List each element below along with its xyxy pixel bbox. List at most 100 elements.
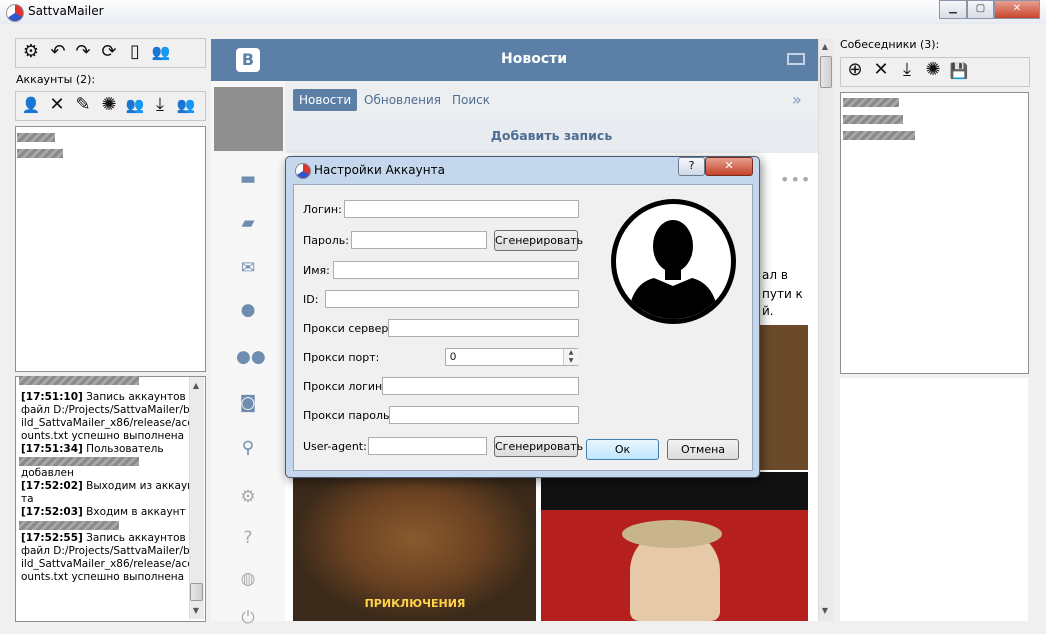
app-logo-icon — [6, 4, 24, 22]
password-input[interactable] — [351, 231, 487, 249]
contact-details — [840, 378, 1028, 621]
proxy-server-input[interactable] — [388, 319, 579, 337]
scroll-up-icon[interactable]: ▲ — [819, 42, 831, 51]
power-icon[interactable]: ⏻ — [236, 608, 260, 628]
proxy-server-label: Прокси сервер: — [303, 322, 393, 335]
loading-icon[interactable]: ✺ — [98, 95, 120, 115]
redo-icon[interactable]: ↷ — [72, 42, 94, 62]
user-icon[interactable]: 👤 — [20, 95, 42, 115]
vk-page-title: Новости — [501, 51, 568, 67]
vk-scrollbar-thumb[interactable] — [820, 56, 832, 88]
more-chevron-icon[interactable]: » — [792, 90, 802, 109]
accounts-label: Аккаунты (2): — [16, 73, 96, 86]
comment-icon[interactable]: ▬ — [236, 169, 260, 189]
id-label: ID: — [303, 293, 319, 306]
tab-search[interactable]: Поиск — [446, 89, 496, 111]
add-post-button[interactable]: Добавить запись — [285, 119, 818, 153]
close-dialog-button[interactable]: ✕ — [705, 157, 753, 176]
mail-icon[interactable]: ✉ — [236, 258, 260, 278]
log-content: [17:51:10] Запись аккаунтов в файл D:/Pr… — [15, 376, 203, 618]
loading-icon[interactable]: ✺ — [922, 60, 944, 80]
login-label: Логин: — [303, 203, 342, 216]
help-icon[interactable]: ? — [236, 528, 260, 548]
ok-button[interactable]: Ок — [586, 439, 659, 460]
post-menu-icon[interactable]: ••• — [780, 170, 811, 189]
help-button[interactable]: ? — [678, 157, 705, 176]
settings-icon[interactable]: ⚙ — [236, 487, 260, 507]
delete-icon[interactable]: ✕ — [46, 95, 68, 115]
users-icon[interactable]: 👥 — [150, 42, 172, 62]
photo-hat — [622, 520, 722, 548]
add-icon[interactable]: ⊕ — [844, 60, 866, 80]
delete-icon[interactable]: ✕ — [870, 60, 892, 80]
maximize-button[interactable]: ▢ — [967, 0, 994, 19]
generate-user-agent-button[interactable]: Сгенерировать — [494, 436, 583, 457]
contact-item[interactable] — [843, 131, 915, 140]
phone-icon[interactable]: ▯ — [124, 42, 146, 62]
dialog-title: Настройки Аккаунта — [314, 163, 445, 177]
proxy-password-input[interactable] — [389, 406, 579, 424]
download-icon[interactable]: ⤓ — [896, 60, 918, 80]
tab-news[interactable]: Новости — [293, 89, 358, 111]
search-icon[interactable]: ⚲ — [236, 438, 260, 458]
vk-scrollbar[interactable] — [818, 39, 833, 621]
close-window-button[interactable]: ✕ — [994, 0, 1040, 19]
contacts-label: Собеседники (3): — [840, 38, 940, 51]
log-entry — [15, 519, 203, 532]
generate-password-button[interactable]: Сгенерировать — [494, 230, 583, 251]
vk-avatar[interactable] — [214, 87, 283, 151]
refresh-icon[interactable]: ⟳ — [98, 42, 120, 62]
user-settings-icon[interactable]: 👥 — [175, 95, 197, 115]
save-icon[interactable]: 💾 — [948, 61, 970, 81]
proxy-password-label: Прокси пароль: — [303, 409, 394, 422]
log-entry: [17:52:02] Выходим из аккаунта — [21, 480, 195, 505]
password-label: Пароль: — [303, 234, 349, 247]
window-title: SattvaMailer — [28, 4, 104, 18]
proxy-login-input[interactable] — [382, 377, 579, 395]
tab-updates[interactable]: Обновления — [358, 89, 447, 111]
avatar — [611, 199, 736, 324]
undo-icon[interactable]: ↶ — [47, 42, 69, 62]
post-image[interactable] — [755, 325, 808, 470]
camera-icon[interactable]: ◙ — [236, 393, 260, 413]
account-item[interactable] — [17, 149, 63, 158]
name-input[interactable] — [333, 261, 579, 279]
proxy-port-stepper[interactable] — [445, 348, 578, 366]
id-input[interactable] — [325, 290, 579, 308]
app-logo-icon — [295, 163, 311, 179]
contact-item[interactable] — [843, 98, 899, 107]
cancel-button[interactable]: Отмена — [667, 439, 739, 460]
messages-icon[interactable]: ▰ — [236, 213, 260, 233]
scroll-down-icon[interactable]: ▼ — [190, 606, 202, 615]
post-text-line: ал в — [762, 268, 788, 282]
post-text-line: й. — [762, 304, 774, 318]
user-agent-input[interactable] — [368, 437, 487, 455]
edit-icon[interactable]: ✎ — [72, 95, 94, 115]
account-item[interactable] — [17, 133, 55, 142]
vk-logo-icon[interactable]: B — [236, 48, 260, 72]
friends-icon[interactable]: ●● — [236, 347, 266, 367]
contact-item[interactable] — [843, 115, 903, 124]
log-entry: [17:51:10] Запись аккаунтов в файл D:/Pr… — [21, 391, 197, 442]
settings-icon[interactable]: ⚙ — [20, 42, 42, 62]
log-scrollbar-thumb[interactable] — [190, 583, 203, 601]
user-silhouette-icon — [628, 220, 719, 319]
user-icon[interactable]: ● — [236, 300, 260, 320]
login-input[interactable] — [344, 200, 579, 218]
scroll-up-icon[interactable]: ▲ — [190, 381, 202, 390]
mail-icon[interactable] — [787, 53, 805, 65]
log-redacted — [19, 376, 139, 385]
globe-icon[interactable]: ◍ — [236, 569, 260, 589]
post-text-line: пути к — [762, 287, 803, 301]
proxy-login-label: Прокси логин: — [303, 380, 386, 393]
accounts-list[interactable] — [15, 126, 206, 372]
add-user-icon[interactable]: 👥 — [124, 95, 146, 115]
download-icon[interactable]: ⤓ — [149, 95, 171, 115]
minimize-button[interactable]: ▁ — [939, 0, 967, 19]
log-entry: [17:52:55] Запись аккаунтов в файл D:/Pr… — [21, 532, 197, 583]
stepper-arrows-icon[interactable]: ▲ ▼ — [563, 349, 578, 365]
log-entry: [17:52:03] Входим в аккаунт — [21, 506, 186, 518]
poster-title: ПРИКЛЮЧЕНИЯ — [364, 597, 466, 610]
scroll-down-icon[interactable]: ▼ — [819, 606, 831, 615]
log-entry: добавлен — [15, 456, 203, 480]
